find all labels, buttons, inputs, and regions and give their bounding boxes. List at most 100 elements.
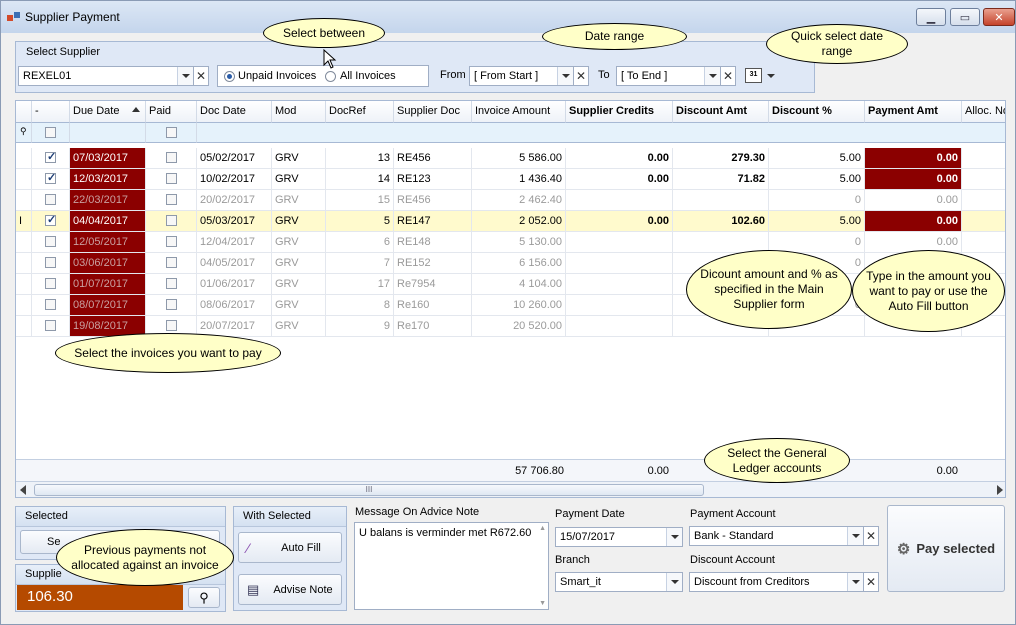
select-cell[interactable] bbox=[32, 169, 70, 190]
paid-checkbox[interactable] bbox=[166, 299, 177, 310]
paid-cell[interactable] bbox=[146, 274, 197, 295]
row-header[interactable] bbox=[16, 169, 32, 190]
from-date-combo[interactable]: [ From Start ] bbox=[469, 66, 574, 86]
paid-checkbox[interactable] bbox=[166, 194, 177, 205]
filter-cell[interactable] bbox=[70, 123, 146, 143]
supplier-combo[interactable]: REXEL01 bbox=[18, 66, 194, 86]
minimize-button[interactable]: ▁ bbox=[916, 8, 946, 26]
pay-selected-button[interactable]: ⚙ Pay selected bbox=[887, 505, 1005, 592]
unpaid-radio[interactable] bbox=[224, 71, 235, 82]
row-header[interactable]: I bbox=[16, 211, 32, 232]
paid-cell[interactable] bbox=[146, 211, 197, 232]
column-header[interactable]: Mod bbox=[272, 101, 326, 123]
select-cell[interactable] bbox=[32, 253, 70, 274]
cell-pay[interactable]: 0.00 bbox=[865, 169, 962, 190]
select-cell[interactable] bbox=[32, 148, 70, 169]
select-checkbox[interactable] bbox=[45, 150, 56, 163]
select-cell[interactable] bbox=[32, 295, 70, 316]
chevron-down-icon[interactable] bbox=[847, 527, 863, 545]
filter-cell[interactable] bbox=[197, 123, 1005, 143]
table-row[interactable]: I04/04/201705/03/2017GRV5RE1472 052.000.… bbox=[16, 211, 1005, 232]
chevron-down-icon[interactable] bbox=[704, 67, 720, 85]
select-checkbox[interactable] bbox=[45, 236, 56, 247]
select-cell[interactable] bbox=[32, 211, 70, 232]
advise-note-button[interactable]: ▤ Advise Note bbox=[238, 574, 342, 605]
select-checkbox[interactable] bbox=[45, 194, 56, 205]
row-header[interactable] bbox=[16, 148, 32, 169]
select-cell[interactable] bbox=[32, 316, 70, 337]
select-checkbox[interactable] bbox=[45, 171, 56, 184]
filter-checkbox[interactable] bbox=[166, 127, 177, 138]
filter-checkbox[interactable] bbox=[45, 127, 56, 138]
paid-cell[interactable] bbox=[146, 169, 197, 190]
paid-cell[interactable] bbox=[146, 190, 197, 211]
column-header[interactable]: - bbox=[32, 101, 70, 123]
clear-discount-account-button[interactable]: ✕ bbox=[863, 572, 879, 592]
column-header-due-date[interactable]: Due Date bbox=[70, 101, 146, 123]
paid-cell[interactable] bbox=[146, 148, 197, 169]
paid-checkbox[interactable] bbox=[166, 236, 177, 247]
quick-date-button[interactable]: 31 bbox=[745, 67, 779, 85]
auto-fill-button[interactable]: ⁄ Auto Fill bbox=[238, 532, 342, 563]
filter-cell-select[interactable] bbox=[32, 123, 70, 143]
column-header[interactable]: Supplier Doc bbox=[394, 101, 472, 123]
column-header[interactable]: Invoice Amount bbox=[472, 101, 566, 123]
scroll-down-icon[interactable]: ▼ bbox=[539, 600, 546, 607]
column-header[interactable]: Doc Date bbox=[197, 101, 272, 123]
clear-supplier-button[interactable]: ✕ bbox=[193, 66, 209, 86]
column-header[interactable]: DocRef bbox=[326, 101, 394, 123]
paid-cell[interactable] bbox=[146, 232, 197, 253]
select-checkbox[interactable] bbox=[45, 213, 56, 226]
paid-checkbox[interactable] bbox=[166, 320, 177, 331]
all-radio[interactable] bbox=[325, 71, 336, 82]
table-row[interactable]: 22/03/2017 20/02/2017 GRV 15 RE456 2 462.40 0 0… bbox=[16, 190, 1005, 211]
row-header[interactable] bbox=[16, 316, 32, 337]
select-checkbox[interactable] bbox=[45, 320, 56, 331]
row-header[interactable] bbox=[16, 232, 32, 253]
table-row[interactable]: 12/03/201710/02/2017GRV14RE1231 436.400.… bbox=[16, 169, 1005, 190]
paid-checkbox[interactable] bbox=[166, 257, 177, 268]
row-header[interactable] bbox=[16, 295, 32, 316]
select-checkbox[interactable] bbox=[45, 299, 56, 310]
column-header[interactable]: Discount % bbox=[769, 101, 865, 123]
close-button[interactable]: ✕ bbox=[983, 8, 1015, 26]
to-date-combo[interactable]: [ To End ] bbox=[616, 66, 721, 86]
discount-account-combo[interactable]: Discount from Creditors bbox=[689, 572, 864, 592]
select-cell[interactable] bbox=[32, 274, 70, 295]
paid-checkbox[interactable] bbox=[166, 215, 177, 226]
all-label[interactable]: All Invoices bbox=[340, 70, 396, 82]
clear-payment-account-button[interactable]: ✕ bbox=[863, 526, 879, 546]
select-checkbox[interactable] bbox=[45, 278, 56, 289]
column-header[interactable]: Paid bbox=[146, 101, 197, 123]
column-header[interactable]: Discount Amt bbox=[673, 101, 769, 123]
select-cell[interactable] bbox=[32, 190, 70, 211]
scroll-thumb[interactable]: III bbox=[34, 484, 704, 496]
column-header[interactable]: Payment Amt bbox=[865, 101, 962, 123]
clear-to-button[interactable]: ✕ bbox=[720, 66, 736, 86]
chevron-down-icon[interactable] bbox=[847, 573, 863, 591]
maximize-button[interactable]: ▭ bbox=[950, 8, 980, 26]
table-row[interactable]: 03/06/2017 04/05/2017 GRV 7 RE152 6 156.00 0 bbox=[16, 253, 1005, 274]
filter-cell-paid[interactable] bbox=[146, 123, 197, 143]
payment-date-combo[interactable]: 15/07/2017 bbox=[555, 527, 683, 547]
chevron-down-icon[interactable] bbox=[177, 67, 193, 85]
paid-cell[interactable] bbox=[146, 295, 197, 316]
chevron-down-icon[interactable] bbox=[666, 573, 682, 591]
row-header[interactable] bbox=[16, 274, 32, 295]
cell-pay[interactable]: 0.00 bbox=[865, 211, 962, 232]
scroll-right-icon[interactable] bbox=[997, 485, 1003, 495]
horizontal-scrollbar[interactable]: III bbox=[16, 481, 1005, 497]
scroll-left-icon[interactable] bbox=[20, 485, 26, 495]
unpaid-label[interactable]: Unpaid Invoices bbox=[238, 70, 316, 82]
chevron-down-icon[interactable] bbox=[557, 67, 573, 85]
cell-pay[interactable]: 0.00 bbox=[865, 148, 962, 169]
clear-from-button[interactable]: ✕ bbox=[573, 66, 589, 86]
column-header[interactable]: Alloc. No bbox=[962, 101, 1005, 123]
select-cell[interactable] bbox=[32, 232, 70, 253]
paid-checkbox[interactable] bbox=[166, 152, 177, 163]
paid-checkbox[interactable] bbox=[166, 173, 177, 184]
paid-checkbox[interactable] bbox=[166, 278, 177, 289]
column-header[interactable]: Supplier Credits bbox=[566, 101, 673, 123]
select-checkbox[interactable] bbox=[45, 257, 56, 268]
chevron-down-icon[interactable] bbox=[666, 528, 682, 546]
